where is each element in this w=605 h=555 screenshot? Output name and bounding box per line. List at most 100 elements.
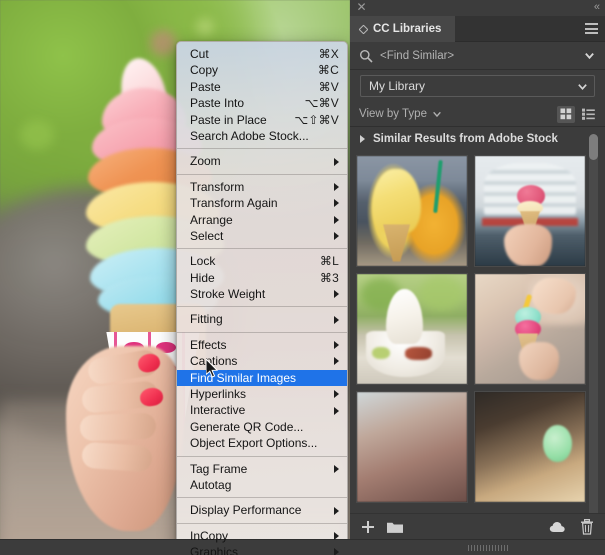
thumbnail-item[interactable] — [474, 155, 586, 267]
scrollbar-thumb[interactable] — [589, 134, 598, 160]
menu-item-autotag[interactable]: Autotag — [177, 477, 347, 493]
search-input[interactable]: <Find Similar> — [380, 50, 584, 62]
panel-menu-icon[interactable] — [585, 23, 598, 34]
submenu-arrow-icon — [334, 464, 339, 473]
menu-item-incopy[interactable]: InCopy — [177, 528, 347, 544]
thumbnail-item[interactable] — [474, 391, 586, 503]
menu-item-label: Copy — [190, 63, 219, 78]
submenu-arrow-icon — [334, 157, 339, 166]
menu-item-lock[interactable]: Lock ⌘L — [177, 253, 347, 269]
menu-separator — [177, 148, 347, 150]
list-view-icon[interactable] — [579, 106, 597, 123]
menu-item-transform-again[interactable]: Transform Again — [177, 195, 347, 211]
menu-item-label: Search Adobe Stock... — [190, 128, 309, 143]
submenu-arrow-icon — [334, 232, 339, 241]
submenu-arrow-icon — [334, 199, 339, 208]
menu-item-display-performance[interactable]: Display Performance — [177, 502, 347, 518]
menu-item-generate-qr-code[interactable]: Generate QR Code... — [177, 419, 347, 435]
cloud-sync-icon[interactable] — [549, 519, 567, 535]
submenu-arrow-icon — [334, 406, 339, 415]
menu-item-graphics[interactable]: Graphics — [177, 544, 347, 555]
submenu-arrow-icon — [334, 506, 339, 515]
menu-item-zoom[interactable]: Zoom — [177, 153, 347, 169]
view-controls-row: View by Type — [350, 102, 605, 127]
menu-item-shortcut: ⌥⇧⌘V — [294, 112, 339, 127]
menu-item-object-export-options[interactable]: Object Export Options... — [177, 435, 347, 451]
menu-item-label: Captions — [190, 354, 238, 369]
similar-results-header[interactable]: Similar Results from Adobe Stock — [350, 127, 605, 151]
menu-item-paste-in-place[interactable]: Paste in Place ⌥⇧⌘V — [177, 112, 347, 128]
menu-item-arrange[interactable]: Arrange — [177, 212, 347, 228]
menu-item-effects[interactable]: Effects — [177, 337, 347, 353]
menu-item-hide[interactable]: Hide ⌘3 — [177, 270, 347, 286]
menu-item-interactive[interactable]: Interactive — [177, 402, 347, 418]
menu-separator — [177, 522, 347, 524]
collapse-panel-icon[interactable]: « — [594, 1, 600, 13]
panel-tabstrip: CC Libraries — [350, 16, 605, 42]
view-by-type-label: View by Type — [359, 108, 427, 120]
menu-item-find-similar-images[interactable]: Find Similar Images — [177, 369, 347, 387]
menu-item-label: Object Export Options... — [190, 436, 318, 451]
menu-item-label: Paste Into — [190, 96, 245, 111]
menu-item-copy[interactable]: Copy ⌘C — [177, 62, 347, 78]
search-row[interactable]: <Find Similar> — [350, 42, 605, 70]
menu-item-label: Interactive — [190, 403, 246, 418]
close-icon[interactable]: ✕ — [356, 1, 367, 13]
context-menu[interactable]: Cut ⌘X Copy ⌘C Paste ⌘V Paste Into ⌥⌘V Paste in … — [176, 41, 348, 555]
thumbnail-item[interactable] — [356, 273, 468, 385]
menu-item-label: Effects — [190, 337, 227, 352]
menu-item-shortcut: ⌘V — [318, 79, 339, 94]
triangle-right-icon[interactable] — [360, 135, 365, 143]
menu-item-label: Hyperlinks — [190, 387, 247, 402]
menu-item-fitting[interactable]: Fitting — [177, 311, 347, 327]
thumbnail-item[interactable] — [474, 273, 586, 385]
menu-separator — [177, 306, 347, 308]
menu-separator — [177, 497, 347, 499]
new-library-folder-icon[interactable] — [386, 519, 404, 535]
menu-item-label: Hide — [190, 270, 215, 285]
submenu-arrow-icon — [334, 390, 339, 399]
add-item-icon[interactable] — [359, 519, 377, 535]
menu-item-label: Lock — [190, 254, 216, 269]
grid-view-icon[interactable] — [557, 105, 575, 123]
menu-item-hyperlinks[interactable]: Hyperlinks — [177, 386, 347, 402]
menu-item-label: Fitting — [190, 312, 223, 327]
menu-separator — [177, 248, 347, 250]
menu-item-select[interactable]: Select — [177, 228, 347, 244]
menu-item-label: Display Performance — [190, 503, 302, 518]
menu-item-transform[interactable]: Transform — [177, 179, 347, 195]
chevron-down-icon[interactable] — [577, 81, 588, 92]
submenu-arrow-icon — [334, 182, 339, 191]
thumbnail-item[interactable] — [356, 155, 468, 267]
menu-item-label: Zoom — [190, 154, 221, 169]
chevron-down-icon[interactable] — [584, 50, 595, 61]
menu-item-label: Cut — [190, 47, 209, 61]
menu-item-captions[interactable]: Captions — [177, 353, 347, 369]
submenu-arrow-icon — [334, 357, 339, 366]
view-by-type-dropdown[interactable]: View by Type — [359, 108, 442, 120]
search-icon — [360, 49, 373, 63]
library-select[interactable]: My Library — [360, 75, 595, 97]
menu-item-label: Tag Frame — [190, 461, 248, 476]
menu-separator — [177, 455, 347, 457]
submenu-arrow-icon — [334, 531, 339, 540]
menu-item-label: Transform Again — [190, 196, 278, 211]
menu-item-cut[interactable]: Cut ⌘X — [177, 46, 347, 62]
menu-item-label: Graphics — [190, 545, 239, 555]
results-scrollbar[interactable] — [589, 134, 598, 522]
submenu-arrow-icon — [334, 315, 339, 324]
menu-item-shortcut: ⌘C — [317, 63, 339, 78]
resize-grip[interactable] — [468, 545, 508, 551]
trash-icon[interactable] — [578, 518, 596, 535]
menu-item-stroke-weight[interactable]: Stroke Weight — [177, 286, 347, 302]
results-grid[interactable] — [350, 152, 591, 522]
menu-item-paste-into[interactable]: Paste Into ⌥⌘V — [177, 95, 347, 111]
thumbnail-item[interactable] — [356, 391, 468, 503]
menu-item-search-adobe-stock[interactable]: Search Adobe Stock... — [177, 128, 347, 144]
finger — [81, 441, 153, 473]
menu-item-label: Autotag — [190, 477, 232, 492]
menu-item-tag-frame[interactable]: Tag Frame — [177, 461, 347, 477]
menu-item-label: Paste — [190, 79, 221, 94]
menu-item-paste[interactable]: Paste ⌘V — [177, 79, 347, 95]
tab-cc-libraries[interactable]: CC Libraries — [350, 16, 456, 42]
